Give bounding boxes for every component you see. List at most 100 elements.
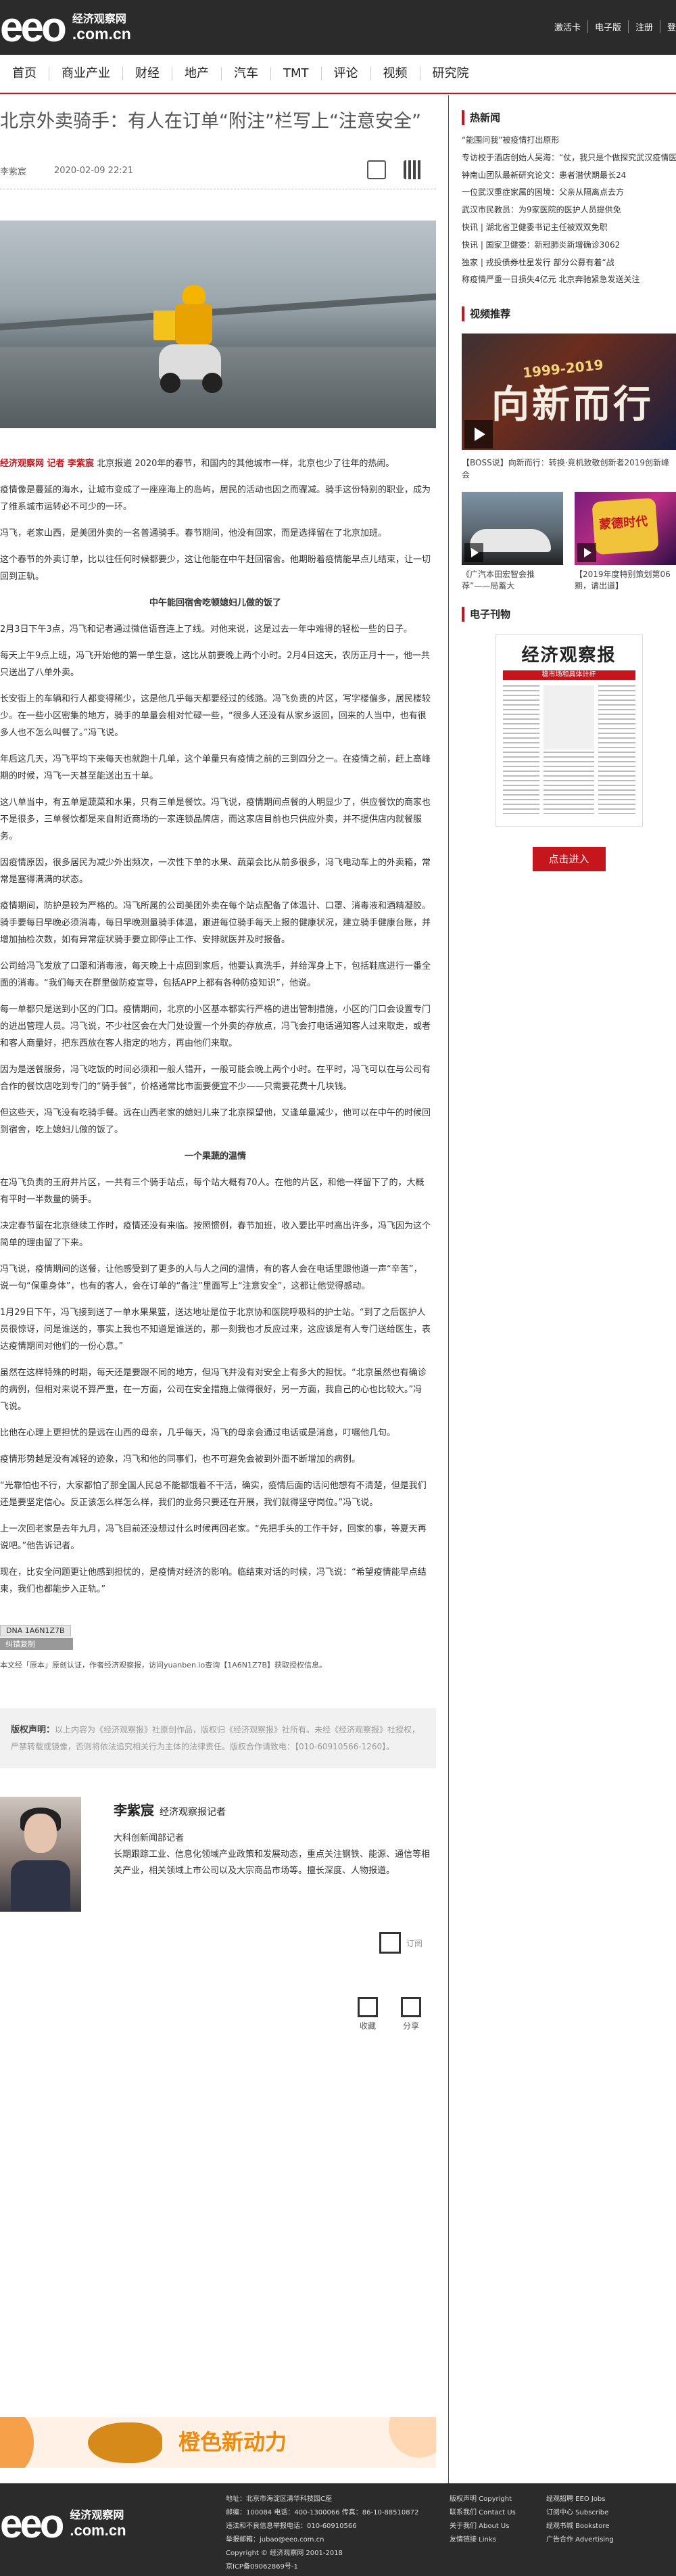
- logo-mark: eeo: [0, 2501, 64, 2546]
- hot-news-item[interactable]: 称疫情严重一日损失4亿元 北京奔驰紧急发送关注: [462, 271, 676, 289]
- featured-video-caption[interactable]: 【BOSS说】向新而行：转换·竞机致敬创新者2019创新峰会: [462, 457, 676, 481]
- footer-logo[interactable]: eeo 经济观察网 .com.cn: [0, 2504, 126, 2544]
- nav-commentary[interactable]: 评论: [322, 67, 371, 80]
- article-paragraph: 长安街上的车辆和行人都变得稀少，这是他几乎每天都要经过的线路。冯飞负责的片区，写…: [0, 694, 431, 738]
- subscribe-button[interactable]: 订阅: [0, 1932, 436, 1954]
- sidebar: 热新闻 “能围问我”被疫情打出原形 专访校于酒店创始人吴海：“仗，我只是个做探究…: [462, 95, 676, 872]
- article-paragraph: 因疫情原因，很多居民为减少外出频次，一次性下单的水果、蔬菜会比从前多很多，冯飞电…: [0, 858, 431, 885]
- front-wheel: [160, 373, 180, 393]
- footer-link[interactable]: 联系我们 Contact Us: [450, 2506, 516, 2520]
- footer-link[interactable]: 版权声明 Copyright: [450, 2493, 516, 2506]
- video-card[interactable]: 蒙德时代 【2019年度特别策划第06期，请出道】: [575, 492, 676, 592]
- article-paragraph: 上一次回老家是去年九月，冯飞目前还没想过什么时候再回老家。“先把手头的工作干好，…: [0, 1524, 427, 1551]
- logo-text: 经济观察网 .com.cn: [72, 12, 131, 43]
- address-line: 违法和不良信息举报电话：010-60910566: [226, 2523, 357, 2530]
- play-icon[interactable]: [464, 543, 483, 563]
- edit-icon[interactable]: [367, 160, 386, 179]
- nav-research[interactable]: 研究院: [420, 67, 481, 80]
- nav-realestate[interactable]: 地产: [172, 67, 222, 80]
- footer-link[interactable]: 经观招聘 EEO Jobs: [546, 2493, 614, 2506]
- article-paragraph: 1月29日下午，冯飞接到送了一单水果果篮，送达地址是位于北京协和医院呼吸科的护士…: [0, 1308, 431, 1352]
- site-logo[interactable]: eeo 经济观察网 .com.cn: [0, 4, 131, 51]
- collect-button[interactable]: 收藏: [358, 1997, 378, 2031]
- e-paper-cover[interactable]: 经济观察报 稳市场和具体计杆: [495, 634, 643, 827]
- register-link[interactable]: 注册: [629, 20, 660, 33]
- logo-mark: eeo: [0, 4, 67, 51]
- logo-text: 经济观察网 .com.cn: [70, 2508, 126, 2539]
- footer-link[interactable]: 友情链接 Links: [450, 2533, 516, 2547]
- nav-business[interactable]: 商业产业: [49, 67, 123, 80]
- share-button[interactable]: 分享: [401, 1997, 421, 2031]
- delivery-rider-figure: [152, 285, 226, 400]
- rider-body: [175, 304, 212, 344]
- author-name[interactable]: 李紫宸: [114, 1802, 154, 1818]
- hot-news-item[interactable]: 快讯 | 湖北省卫健委书记主任被双双免职: [462, 219, 676, 237]
- play-icon[interactable]: [577, 543, 596, 563]
- share-icon: [401, 1997, 421, 2017]
- article-paragraph: 现在，比安全问题更让他感到担忧的，是疫情对经济的影响。临结束对话的时候，冯飞说：…: [0, 1567, 427, 1594]
- hot-news-item[interactable]: 专访校于酒店创始人吴海：“仗，我只是个做探究武汉疫情医护健康: [462, 150, 676, 167]
- column-divider: [448, 95, 449, 2483]
- nav-auto[interactable]: 汽车: [222, 67, 271, 80]
- copyright-text: 以上内容为《经济观察报》社原创作品，版权归《经济观察报》社所有。未经《经济观察报…: [11, 1725, 420, 1751]
- hot-news-item[interactable]: “能围问我”被疫情打出原形: [462, 132, 676, 150]
- nav-video[interactable]: 视频: [371, 67, 420, 80]
- activate-card-link[interactable]: 激活卡: [548, 20, 588, 33]
- logo-en: .com.cn: [72, 24, 131, 43]
- paper-headline: 稳市场和具体计杆: [502, 670, 635, 681]
- top-header: eeo 经济观察网 .com.cn 激活卡 电子版 注册 登: [0, 0, 676, 55]
- article-meta: 李紫宸 2020-02-09 22:21: [0, 160, 436, 181]
- avatar-head: [24, 1814, 57, 1853]
- dna-correct-copy[interactable]: 纠错复制: [0, 1638, 73, 1650]
- paper-masthead: 经济观察报: [521, 645, 617, 666]
- address-line: Copyright © 经济观察网 2001-2018: [226, 2550, 343, 2557]
- article-paragraph: 冯飞说，疫情期间的送餐，让他感受到了更多的人与人之间的温情，有的客人会在电话里跟…: [0, 1264, 422, 1291]
- banner-shape: [389, 2417, 436, 2458]
- collect-label: 收藏: [359, 2021, 376, 2031]
- address-line: 邮编：100084 电话：400-1300066 传真：86-10-885108…: [226, 2509, 419, 2516]
- video-grid: 《广汽本田宏智会推荐”——局蓄大 蒙德时代 【2019年度特别策划第06期，请出…: [462, 492, 676, 592]
- footer-link[interactable]: 经观书城 Bookstore: [546, 2520, 614, 2533]
- footer-link[interactable]: 广告合作 Advertising: [546, 2533, 614, 2547]
- article-paragraph: 但这些天，冯飞没有吃骑手餐。远在山西老家的媳妇儿来了北京探望他，又逢单量减少，他…: [0, 1108, 431, 1135]
- nav-home[interactable]: 首页: [0, 67, 49, 80]
- nav-finance[interactable]: 财经: [123, 67, 172, 80]
- author-card: 李紫宸 经济观察报记者 大科创新闻部记者 长期跟踪工业、信息化领域产业政策和发展动…: [0, 1797, 436, 1912]
- dna-badge[interactable]: DNA 1A6N1Z7B: [0, 1625, 71, 1636]
- avatar[interactable]: [0, 1797, 81, 1912]
- hot-news-item[interactable]: 一位武汉重症家属的困境：父亲从隔离点去方: [462, 184, 676, 202]
- qrcode-icon[interactable]: [404, 160, 422, 179]
- author-department: 大科创新闻部记者: [114, 1833, 185, 1843]
- address-line: 举报邮箱：jubao@eeo.com.cn: [226, 2536, 324, 2544]
- video-thumbnail: [462, 492, 563, 566]
- nav-tmt[interactable]: TMT: [271, 67, 322, 80]
- play-icon[interactable]: [464, 420, 493, 449]
- footer-link[interactable]: 关于我们 About Us: [450, 2520, 516, 2533]
- e-edition-link[interactable]: 电子版: [588, 20, 629, 33]
- author-info: 李紫宸 经济观察报记者 大科创新闻部记者 长期跟踪工业、信息化领域产业政策和发展动…: [114, 1802, 436, 1879]
- hot-news-item[interactable]: 钟南山团队最新研究论文：患者潜伏期最长24: [462, 167, 676, 185]
- paper-columns: [502, 685, 635, 814]
- enter-button[interactable]: 点击进入: [532, 847, 606, 872]
- banner-text: 橙色新动力: [178, 2429, 287, 2455]
- author-role: 经济观察报记者: [160, 1807, 226, 1818]
- video-caption: 《广汽本田宏智会推荐”——局蓄大: [462, 570, 535, 591]
- article-subhead: 一个果蔬的温情: [184, 1151, 246, 1162]
- subscribe-label: 订阅: [406, 1938, 422, 1948]
- article-paragraph: 2月3日下午3点，冯飞和记者通过微信语音连上了线。对他来说，这是过去一年中难得的…: [0, 624, 412, 635]
- login-link[interactable]: 登: [660, 20, 676, 33]
- banner-shape: [0, 2417, 34, 2468]
- footer-link[interactable]: 订阅中心 Subscribe: [546, 2506, 614, 2520]
- hot-news-item[interactable]: 武汉市民教员：为9家医院的医护人员提供免: [462, 202, 676, 219]
- article-paragraph: 每一单都只是送到小区的门口。疫情期间，北京的小区基本都实行严格的进出管制措施，小…: [0, 1005, 431, 1049]
- ad-banner[interactable]: 橙色新动力: [0, 2417, 436, 2468]
- rider-helmet: [183, 285, 206, 305]
- article-paragraph: 每天上午9点上班，冯飞开始他的第一单生意，这比从前要晚上两个小时。2月4日这天，…: [0, 651, 430, 678]
- featured-video[interactable]: 1999-2019 向新而行: [462, 334, 676, 451]
- article-paragraph: 决定春节留在北京继续工作时，疫情还没有来临。按照惯例，春节加班，收入要比平时高出…: [0, 1221, 431, 1248]
- article-column: 北京外卖骑手：有人在订单“附注”栏写上“注意安全” 李紫宸 2020-02-09…: [0, 95, 436, 2031]
- hot-news-item[interactable]: 独家 | 戎投债券杜星发行 部分公募有着“战: [462, 254, 676, 272]
- video-card[interactable]: 《广汽本田宏智会推荐”——局蓄大: [462, 492, 563, 592]
- author-link[interactable]: 李紫宸: [0, 164, 54, 177]
- hot-news-item[interactable]: 快讯 | 国家卫健委：新冠肺炎新增确诊3062: [462, 237, 676, 254]
